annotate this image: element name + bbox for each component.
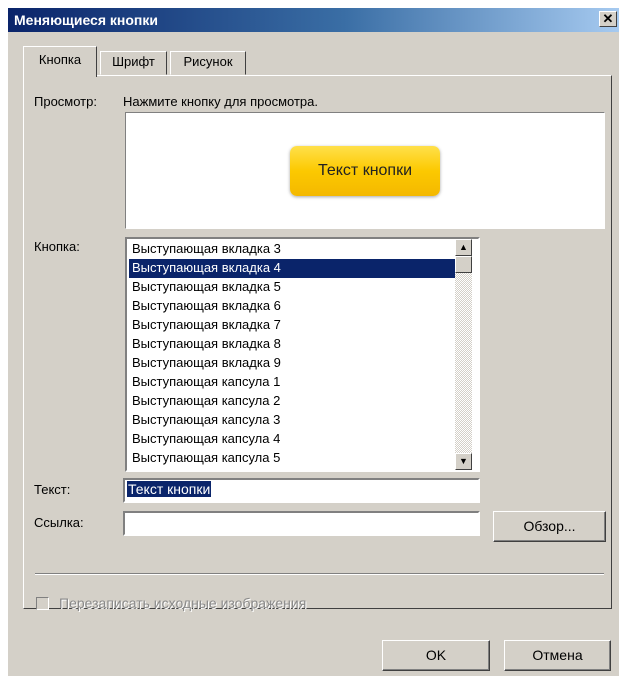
text-input[interactable]: Текст кнопки xyxy=(123,478,480,503)
overwrite-label: Перезаписать исходные изображения xyxy=(59,595,307,611)
list-scrollbar[interactable]: ▲ ▼ xyxy=(455,239,472,470)
tab-button[interactable]: Кнопка xyxy=(23,46,97,77)
tab-font[interactable]: Шрифт xyxy=(100,51,167,75)
list-item[interactable]: Выступающая капсула 3 xyxy=(129,411,455,430)
text-input-value: Текст кнопки xyxy=(127,481,212,497)
link-input[interactable] xyxy=(123,511,480,536)
dialog-window: Меняющиеся кнопки ✕ Кнопка Шрифт Рисунок… xyxy=(8,8,619,676)
link-label: Ссылка: xyxy=(34,515,84,530)
list-item[interactable]: Выступающая вкладка 7 xyxy=(129,316,455,335)
ok-button[interactable]: OK xyxy=(382,640,490,671)
list-item[interactable]: Выступающая вкладка 5 xyxy=(129,278,455,297)
list-item[interactable]: Выступающая вкладка 8 xyxy=(129,335,455,354)
close-icon[interactable]: ✕ xyxy=(599,11,617,27)
button-style-list[interactable]: Выступающая вкладка 3 Выступающая вкладка… xyxy=(125,237,480,472)
preview-button[interactable]: Текст кнопки xyxy=(290,146,440,196)
scroll-down-icon[interactable]: ▼ xyxy=(455,453,472,470)
overwrite-checkbox[interactable] xyxy=(36,597,49,610)
list-item[interactable]: Выступающая вкладка 9 xyxy=(129,354,455,373)
list-item[interactable]: Выступающая вкладка 3 xyxy=(129,240,455,259)
list-item[interactable]: Выступающая капсула 1 xyxy=(129,373,455,392)
preview-label: Просмотр: xyxy=(34,94,97,109)
browse-button[interactable]: Обзор... xyxy=(493,511,606,542)
scroll-thumb[interactable] xyxy=(455,256,472,273)
scroll-up-icon[interactable]: ▲ xyxy=(455,239,472,256)
button-list-label: Кнопка: xyxy=(34,239,80,254)
preview-hint: Нажмите кнопку для просмотра. xyxy=(123,94,318,109)
tab-image[interactable]: Рисунок xyxy=(170,51,246,75)
list-item[interactable]: Выступающая вкладка 6 xyxy=(129,297,455,316)
title-bar[interactable]: Меняющиеся кнопки ✕ xyxy=(8,8,619,32)
list-item[interactable]: Выступающая вкладка 4 xyxy=(129,259,455,278)
text-label: Текст: xyxy=(34,482,71,497)
separator xyxy=(35,573,604,575)
list-item[interactable]: Выступающая капсула 4 xyxy=(129,430,455,449)
list-item[interactable]: Выступающая капсула 2 xyxy=(129,392,455,411)
window-title: Меняющиеся кнопки xyxy=(14,12,158,28)
list-item[interactable]: Выступающая капсула 5 xyxy=(129,449,455,468)
cancel-button[interactable]: Отмена xyxy=(504,640,611,671)
